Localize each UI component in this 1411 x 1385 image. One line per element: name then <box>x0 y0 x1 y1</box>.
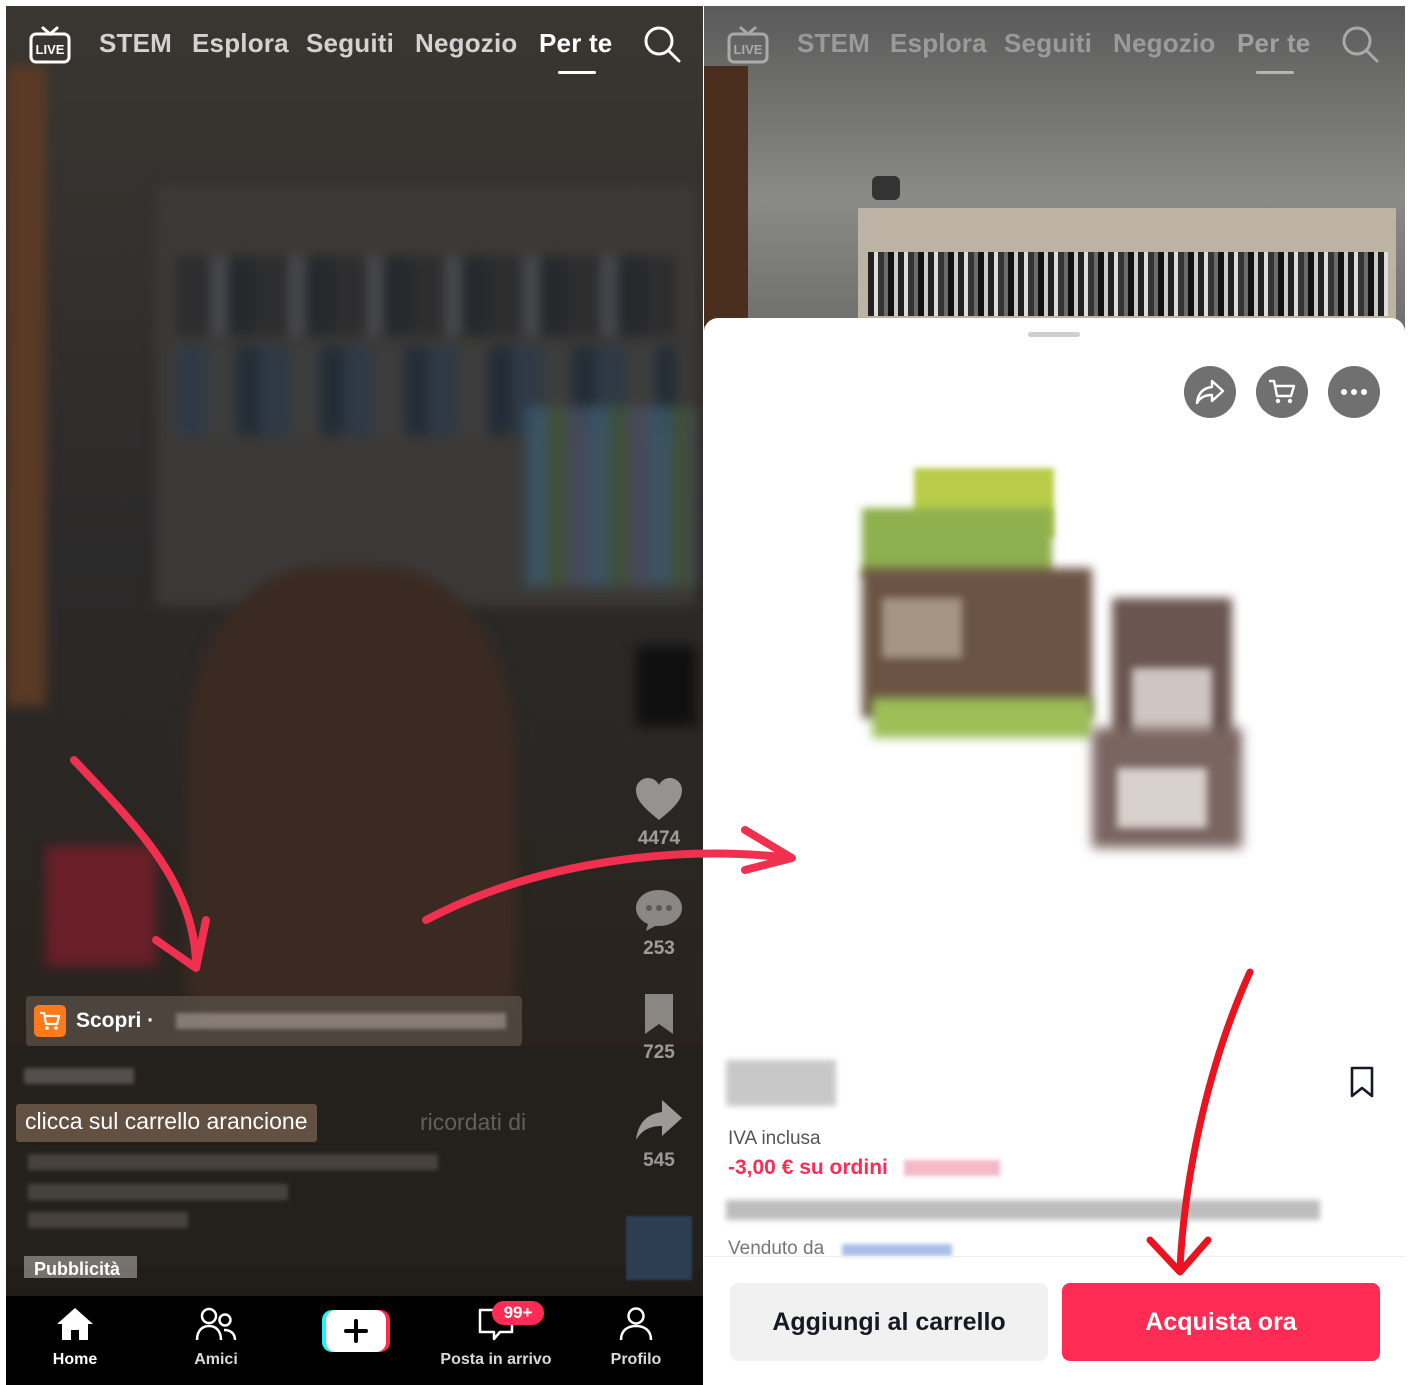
buy-now-button[interactable]: Acquista ora <box>1062 1283 1380 1361</box>
comment-icon <box>636 890 682 931</box>
like-action[interactable]: 4474 <box>629 776 689 850</box>
pixelated-seller-name[interactable] <box>842 1244 952 1256</box>
pixelated-caption-line-1 <box>28 1154 438 1170</box>
video-caption-continued: ricordati di <box>420 1109 527 1135</box>
inbox-notification-badge: 99+ <box>492 1301 544 1325</box>
door-frame <box>704 66 748 326</box>
ad-label: Pubblicità <box>24 1256 137 1278</box>
search-icon[interactable] <box>1340 24 1380 64</box>
cart-icon <box>1269 379 1296 404</box>
like-count: 4474 <box>637 828 681 849</box>
friends-icon <box>195 1307 237 1341</box>
pixelated-caption-line-2 <box>28 1184 288 1200</box>
door-frame <box>6 66 46 706</box>
tab-seguiti[interactable]: Seguiti <box>306 28 394 59</box>
comment-action[interactable]: 253 <box>629 888 689 960</box>
save-count: 725 <box>643 1042 675 1063</box>
discount-label[interactable]: -3,00 € su ordini <box>728 1156 888 1180</box>
dark-object-blur <box>636 646 696 726</box>
share-count: 545 <box>643 1150 675 1171</box>
more-options-button[interactable] <box>1328 366 1380 418</box>
active-tab-underline <box>558 71 596 74</box>
bookmark-icon <box>645 994 673 1034</box>
save-action[interactable]: 725 <box>629 992 689 1064</box>
shop-banner-label: Scopri · <box>76 1009 155 1032</box>
pixelated-caption-line-3 <box>28 1212 188 1228</box>
live-icon[interactable]: LIVE <box>726 24 770 68</box>
tab-esplora[interactable]: Esplora <box>890 28 987 59</box>
sheet-grabber[interactable] <box>1028 332 1080 337</box>
bottom-navigation: Home Amici Posta in arrivo 99+ Profilo <box>6 1296 703 1385</box>
pixelated-price <box>726 1060 836 1106</box>
home-icon <box>57 1308 93 1340</box>
tab-per-te[interactable]: Per te <box>539 28 612 59</box>
tab-negozio[interactable]: Negozio <box>415 28 518 59</box>
product-sheet: IVA inclusa -3,00 € su ordini Venduto da… <box>704 318 1405 1385</box>
pixelated-product-name <box>176 1013 506 1029</box>
profile-icon <box>619 1307 653 1341</box>
search-icon[interactable] <box>642 24 682 64</box>
shopping-cart-badge[interactable] <box>34 1005 66 1037</box>
share-action[interactable]: 545 <box>629 1098 689 1172</box>
tab-seguiti[interactable]: Seguiti <box>1004 28 1092 59</box>
music-disc[interactable] <box>626 1216 692 1280</box>
speaker <box>872 176 900 200</box>
share-icon <box>636 1100 682 1140</box>
shopping-cart-icon <box>40 1011 61 1030</box>
live-icon[interactable]: LIVE <box>28 24 72 68</box>
share-icon <box>1195 379 1225 405</box>
cart-button[interactable] <box>1256 366 1308 418</box>
tab-esplora[interactable]: Esplora <box>192 28 289 59</box>
books <box>868 252 1388 316</box>
tab-negozio[interactable]: Negozio <box>1113 28 1216 59</box>
more-icon <box>1341 389 1367 395</box>
person-blur <box>186 566 516 1026</box>
share-button[interactable] <box>1184 366 1236 418</box>
bookmark-icon[interactable] <box>1349 1066 1375 1098</box>
tab-stem[interactable]: STEM <box>99 28 172 59</box>
comment-count: 253 <box>643 938 675 959</box>
shop-banner[interactable]: Scopri · <box>26 996 522 1046</box>
books-row-3 <box>526 406 696 586</box>
right-phone-screen: LIVE STEM Esplora Seguiti Negozio Per te <box>704 6 1405 1385</box>
product-image-pixelated[interactable] <box>852 468 1252 878</box>
left-phone-screen: LIVE STEM Esplora Seguiti Negozio Per te… <box>6 6 703 1385</box>
add-to-cart-button[interactable]: Aggiungi al carrello <box>730 1283 1048 1361</box>
books-row-1 <box>176 256 676 336</box>
active-tab-underline <box>1256 71 1294 74</box>
pixelated-username <box>24 1068 134 1084</box>
svg-text:LIVE: LIVE <box>36 42 65 57</box>
heart-icon <box>636 778 682 820</box>
tab-stem[interactable]: STEM <box>797 28 870 59</box>
create-plus-button[interactable] <box>322 1310 390 1352</box>
tab-per-te[interactable]: Per te <box>1237 28 1310 59</box>
nav-home[interactable]: Home <box>10 1306 140 1369</box>
pixelated-discount-condition <box>904 1160 1000 1176</box>
nav-friends[interactable]: Amici <box>151 1306 281 1369</box>
red-object-blur <box>46 846 156 966</box>
vat-included-label: IVA inclusa <box>728 1128 821 1149</box>
pixelated-product-title <box>726 1200 1320 1220</box>
nav-profile[interactable]: Profilo <box>571 1306 701 1369</box>
video-caption: clicca sul carrello arancione <box>16 1104 317 1142</box>
sheet-divider <box>704 1256 1405 1257</box>
svg-text:LIVE: LIVE <box>734 42 763 57</box>
